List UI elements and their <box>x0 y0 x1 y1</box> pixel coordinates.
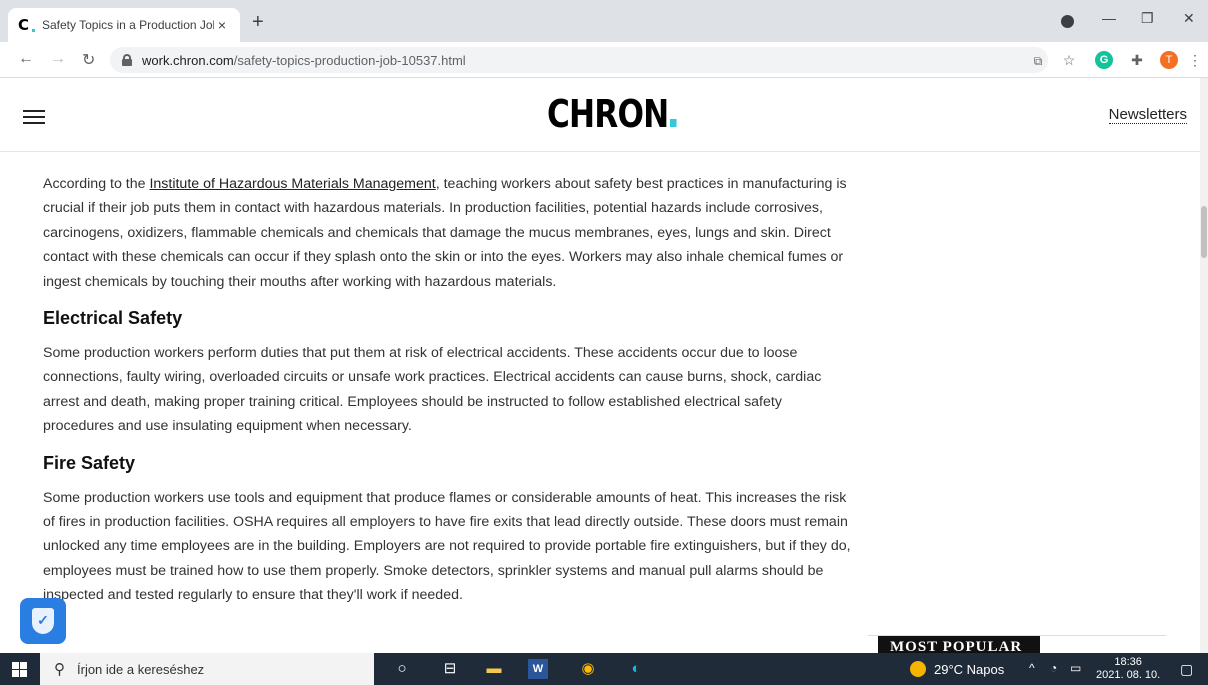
browser-toolbar: ← → ↻ work.chron.com /safety-topics-prod… <box>0 42 1208 78</box>
chron-logo[interactable]: CHRON <box>547 92 677 136</box>
shield-check-icon: ✓ <box>32 608 54 634</box>
ihmm-link[interactable]: Institute of Hazardous Materials Managem… <box>149 176 435 192</box>
tab-title: Safety Topics in a Production Job <box>42 18 214 32</box>
word-icon[interactable]: W <box>528 659 548 679</box>
back-button[interactable]: ← <box>18 50 34 68</box>
edge-icon[interactable]: ◐ <box>626 659 646 679</box>
new-tab-button[interactable]: + <box>252 12 264 32</box>
tab-close-icon[interactable]: × <box>214 17 230 33</box>
restore-button[interactable]: ❐ <box>1141 10 1154 27</box>
extensions-puzzle-icon[interactable]: ✚ <box>1128 51 1146 69</box>
page-scrollbar[interactable] <box>1200 78 1208 653</box>
url-host: work.chron.com <box>142 52 234 68</box>
weather-widget[interactable]: 29°C Napos <box>910 661 1004 677</box>
translate-icon[interactable]: ⧉ <box>1029 52 1047 70</box>
url-path: /safety-topics-production-job-10537.html <box>233 52 466 68</box>
logo-text: CHRON <box>547 92 669 136</box>
site-header: CHRON Newsletters <box>0 78 1200 152</box>
text: , teaching workers about safety best pra… <box>43 176 847 290</box>
lock-icon <box>122 54 132 66</box>
forward-button[interactable]: → <box>50 50 66 68</box>
cortana-icon[interactable]: ○ <box>392 659 412 679</box>
scrollbar-thumb[interactable] <box>1201 206 1207 258</box>
browser-menu-icon[interactable]: ⋮ <box>1186 51 1204 69</box>
reload-button[interactable]: ↻ <box>82 50 95 70</box>
profile-avatar[interactable]: T <box>1160 51 1178 69</box>
search-icon: ⚲ <box>54 661 65 678</box>
network-icon[interactable]: ◔ <box>1050 661 1057 675</box>
minimize-button[interactable]: — <box>1102 10 1116 26</box>
sun-icon <box>910 661 926 677</box>
clock[interactable]: 18:36 2021. 08. 10. <box>1096 656 1160 682</box>
most-popular-heading: MOST POPULAR <box>878 636 1040 653</box>
text: According to the <box>43 176 150 192</box>
article-body: According to the Institute of Hazardous … <box>43 172 853 622</box>
browser-tab[interactable]: C Safety Topics in a Production Job × <box>8 8 240 42</box>
windows-taskbar: ⚲ Írjon ide a kereséshez ○ ⊟ ▬ W ◉ ◐ 29°… <box>0 653 1208 685</box>
address-bar[interactable]: work.chron.com /safety-topics-production… <box>110 47 1048 73</box>
clock-date: 2021. 08. 10. <box>1096 669 1161 681</box>
file-explorer-icon[interactable]: ▬ <box>484 659 504 679</box>
chron-favicon-icon: C <box>18 17 35 33</box>
grammarly-extension-icon[interactable]: G <box>1095 51 1113 69</box>
paragraph-electrical: Some production workers perform duties t… <box>43 345 822 435</box>
heading-electrical-safety: Electrical Safety <box>43 308 183 329</box>
tray-chevron-icon[interactable]: ^ <box>1029 661 1035 675</box>
notifications-icon[interactable]: ▢ <box>1180 661 1193 678</box>
weather-text: 29°C Napos <box>934 661 1005 677</box>
paragraph-fire: Some production workers use tools and eq… <box>43 489 851 604</box>
media-indicator-icon[interactable] <box>1061 15 1074 28</box>
taskbar-search-placeholder: Írjon ide a kereséshez <box>77 661 205 677</box>
paragraph-hazmat: According to the Institute of Hazardous … <box>43 172 853 294</box>
bookmark-star-icon[interactable]: ☆ <box>1060 51 1078 69</box>
taskbar-search-box[interactable]: ⚲ Írjon ide a kereséshez <box>40 653 374 685</box>
windows-start-icon[interactable] <box>12 662 27 677</box>
web-page: CHRON Newsletters According to the Insti… <box>0 78 1208 653</box>
close-window-button[interactable]: ✕ <box>1183 10 1195 27</box>
hamburger-menu-icon[interactable] <box>23 110 45 124</box>
battery-icon[interactable]: ▭ <box>1070 661 1081 675</box>
browser-tab-strip: C Safety Topics in a Production Job × + … <box>0 0 1208 42</box>
task-view-icon[interactable]: ⊟ <box>440 659 460 679</box>
heading-fire-safety: Fire Safety <box>43 452 136 473</box>
privacy-shield-button[interactable]: ✓ <box>20 598 66 644</box>
clock-time: 18:36 <box>1114 656 1142 668</box>
logo-dot <box>670 119 677 127</box>
chrome-icon[interactable]: ◉ <box>578 659 598 679</box>
newsletters-link[interactable]: Newsletters <box>1108 106 1187 124</box>
